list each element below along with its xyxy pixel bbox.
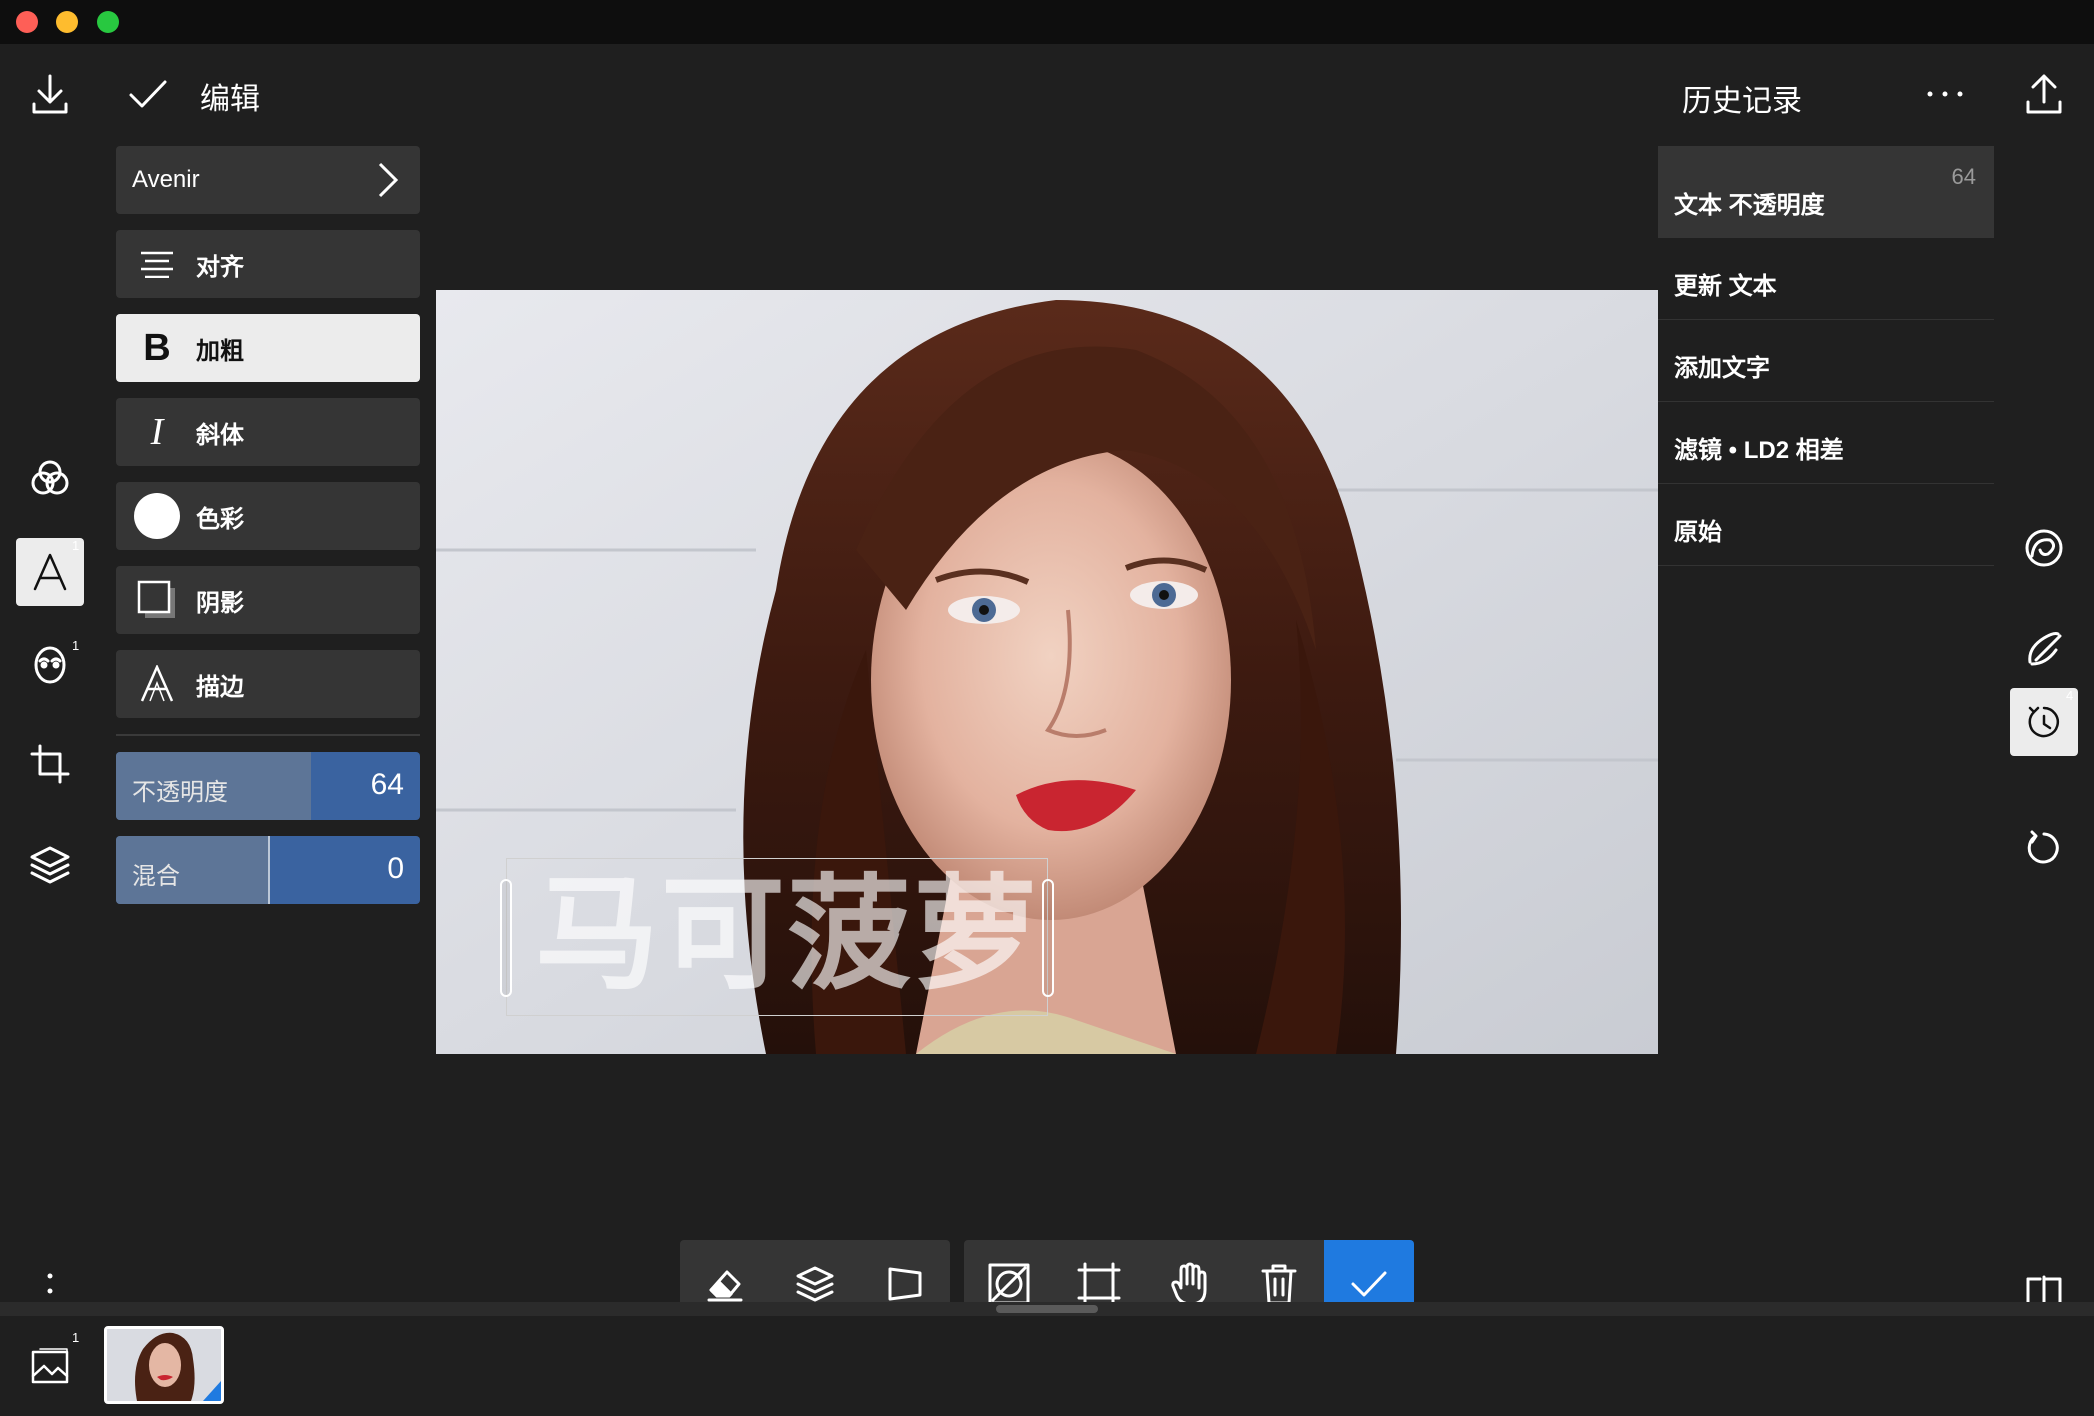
- shadow-button[interactable]: 阴影: [116, 566, 420, 634]
- bold-icon: B: [143, 326, 171, 369]
- history-label: 添加文字: [1674, 355, 1770, 382]
- face-mask-icon[interactable]: [22, 636, 78, 692]
- share-export-icon[interactable]: [2018, 68, 2070, 120]
- layers-icon[interactable]: [22, 836, 78, 892]
- blend-slider[interactable]: 混合 0: [116, 836, 420, 904]
- resize-handle-left[interactable]: [500, 879, 512, 997]
- history-timer-icon: [2028, 706, 2060, 738]
- bold-label: 加粗: [196, 337, 244, 365]
- blend-slider-marker: [268, 836, 270, 904]
- color-button[interactable]: 色彩: [116, 482, 420, 550]
- stroke-icon: [132, 665, 182, 703]
- resize-handle-right[interactable]: [1042, 879, 1054, 997]
- image-count-badge: 1: [72, 1330, 80, 1345]
- text-tool-badge: 1: [72, 538, 80, 553]
- editor-app: 编辑 历史记录 1 1 Avenir 对齐 B 加粗 I 斜体 色彩 阴影 描边…: [0, 44, 2094, 1416]
- italic-label: 斜体: [196, 421, 244, 449]
- align-icon: [132, 250, 182, 278]
- download-icon[interactable]: [24, 68, 76, 120]
- history-item-original[interactable]: 原始: [1658, 484, 1994, 566]
- opacity-value: 64: [370, 768, 404, 801]
- more-options-icon[interactable]: [1920, 80, 1970, 108]
- shadow-label: 阴影: [196, 589, 244, 617]
- close-window-button[interactable]: [16, 11, 38, 33]
- confirm-icon: [1351, 1271, 1387, 1297]
- blend-label: 混合: [132, 863, 180, 890]
- stroke-label: 描边: [196, 673, 244, 701]
- brush-off-icon[interactable]: [2016, 620, 2072, 676]
- image-thumbnail[interactable]: [104, 1326, 224, 1404]
- history-value: 64: [1951, 164, 1976, 189]
- panel-divider: [116, 734, 420, 736]
- history-label: 文本 不透明度: [1674, 192, 1825, 219]
- bold-button[interactable]: B 加粗: [116, 314, 420, 382]
- italic-button[interactable]: I 斜体: [116, 398, 420, 466]
- face-tool-badge: 1: [72, 638, 80, 653]
- history-item-update-text[interactable]: 更新 文本: [1658, 238, 1994, 320]
- history-label: 更新 文本: [1674, 273, 1777, 300]
- page-title: 编辑: [200, 83, 260, 116]
- color-label: 色彩: [196, 505, 244, 533]
- opacity-slider[interactable]: 不透明度 64: [116, 752, 420, 820]
- filters-icon[interactable]: [22, 450, 78, 506]
- history-badge: 4: [2066, 688, 2074, 703]
- blend-value: 0: [387, 852, 404, 885]
- filmstrip: 1: [0, 1316, 2094, 1416]
- title-bar: [0, 0, 2094, 44]
- stroke-button[interactable]: 描边: [116, 650, 420, 718]
- history-item-add-text[interactable]: 添加文字: [1658, 320, 1994, 402]
- history-label: 原始: [1674, 519, 1722, 546]
- align-button[interactable]: 对齐: [116, 230, 420, 298]
- italic-icon: I: [150, 411, 164, 453]
- chevron-right-icon: [378, 162, 399, 198]
- font-selector[interactable]: Avenir: [116, 146, 420, 214]
- overlay-text: 马可菠萝: [535, 866, 1040, 1004]
- photo-canvas[interactable]: 马可菠萝: [436, 290, 1658, 1054]
- zoom-window-button[interactable]: [97, 11, 119, 33]
- history-item-filter[interactable]: 滤镜 • LD2 相差: [1658, 402, 1994, 484]
- filmstrip-drag-handle[interactable]: [996, 1305, 1098, 1313]
- undo-icon[interactable]: [2016, 820, 2072, 876]
- spiral-icon[interactable]: [2016, 520, 2072, 576]
- history-title: 历史记录: [1682, 85, 1802, 118]
- history-label: 滤镜 • LD2 相差: [1674, 437, 1844, 464]
- text-tool-icon: [33, 553, 67, 591]
- minimize-window-button[interactable]: [56, 11, 78, 33]
- font-name: Avenir: [132, 166, 200, 193]
- image-gallery-icon[interactable]: [26, 1342, 74, 1390]
- shadow-icon: [132, 580, 182, 620]
- history-item-text-opacity[interactable]: 64 文本 不透明度: [1658, 146, 1994, 238]
- opacity-label: 不透明度: [132, 779, 228, 806]
- align-label: 对齐: [196, 253, 244, 281]
- text-layer-selection[interactable]: 马可菠萝: [500, 858, 1054, 1016]
- checkmark-icon[interactable]: [124, 74, 172, 114]
- crop-icon[interactable]: [22, 736, 78, 792]
- color-swatch-icon: [132, 493, 182, 539]
